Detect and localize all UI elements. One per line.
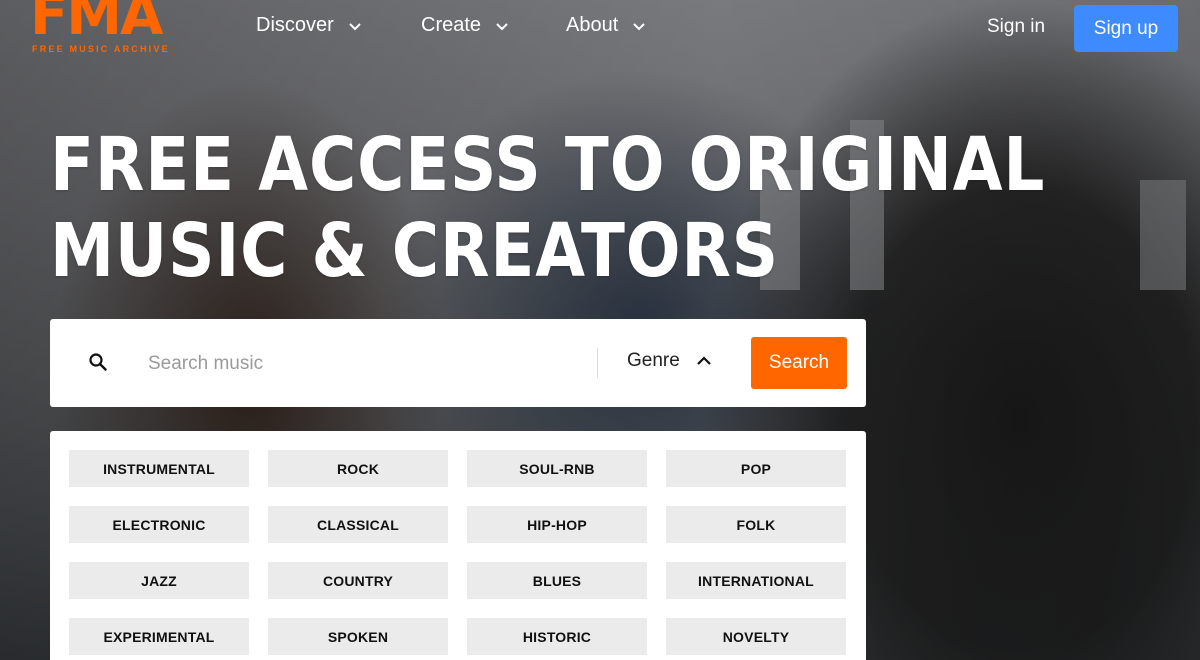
sign-up-button[interactable]: Sign up — [1074, 5, 1178, 52]
search-input[interactable] — [146, 343, 590, 385]
genre-chip-rock[interactable]: ROCK — [268, 450, 448, 487]
nav-discover-label: Discover — [256, 14, 334, 36]
nav-create-label: Create — [421, 14, 482, 36]
genre-grid: INSTRUMENTAL ROCK SOUL-RNB POP ELECTRONIC CLA… — [69, 450, 846, 655]
chevron-up-icon — [697, 356, 711, 365]
genre-chip-classical[interactable]: CLASSICAL — [268, 506, 448, 543]
page: FMA FREE MUSIC ARCHIVE Discover Create A… — [0, 0, 1200, 660]
nav-about[interactable]: About — [566, 14, 646, 37]
genre-panel: INSTRUMENTAL ROCK SOUL-RNB POP ELECTRONIC CLA… — [50, 431, 866, 660]
genre-label: Genre — [627, 350, 680, 371]
search-button[interactable]: Search — [751, 337, 847, 389]
genre-chip-instrumental[interactable]: INSTRUMENTAL — [69, 450, 249, 487]
fma-logo[interactable]: FMA FREE MUSIC ARCHIVE — [30, 0, 170, 54]
genre-chip-experimental[interactable]: EXPERIMENTAL — [69, 618, 249, 655]
chevron-down-icon — [496, 22, 508, 30]
logo-subtitle: FREE MUSIC ARCHIVE — [32, 44, 170, 54]
search-divider — [597, 348, 598, 378]
genre-chip-novelty[interactable]: NOVELTY — [666, 618, 846, 655]
hero-headline-line2: MUSIC & CREATORS — [50, 208, 780, 294]
genre-chip-jazz[interactable]: JAZZ — [69, 562, 249, 599]
chevron-down-icon — [633, 22, 645, 30]
genre-chip-country[interactable]: COUNTRY — [268, 562, 448, 599]
genre-dropdown[interactable]: Genre — [627, 350, 712, 372]
genre-chip-electronic[interactable]: ELECTRONIC — [69, 506, 249, 543]
search-bar: Genre Search — [50, 319, 866, 407]
chevron-down-icon — [349, 22, 361, 30]
sign-in-link[interactable]: Sign in — [987, 16, 1045, 38]
logo-mark: FMA — [30, 0, 163, 48]
genre-chip-international[interactable]: INTERNATIONAL — [666, 562, 846, 599]
hero-headline: FREE ACCESS TO ORIGINAL MUSIC & CREATORS — [50, 122, 1045, 294]
genre-chip-folk[interactable]: FOLK — [666, 506, 846, 543]
genre-chip-hip-hop[interactable]: HIP-HOP — [467, 506, 647, 543]
genre-chip-soul-rnb[interactable]: SOUL-RNB — [467, 450, 647, 487]
search-icon — [89, 353, 107, 371]
hero-headline-line1: FREE ACCESS TO ORIGINAL — [50, 122, 1046, 208]
genre-chip-blues[interactable]: BLUES — [467, 562, 647, 599]
nav-discover[interactable]: Discover — [256, 14, 362, 37]
genre-chip-spoken[interactable]: SPOKEN — [268, 618, 448, 655]
nav-about-label: About — [566, 14, 619, 36]
nav-create[interactable]: Create — [421, 14, 509, 37]
genre-chip-historic[interactable]: HISTORIC — [467, 618, 647, 655]
genre-chip-pop[interactable]: POP — [666, 450, 846, 487]
